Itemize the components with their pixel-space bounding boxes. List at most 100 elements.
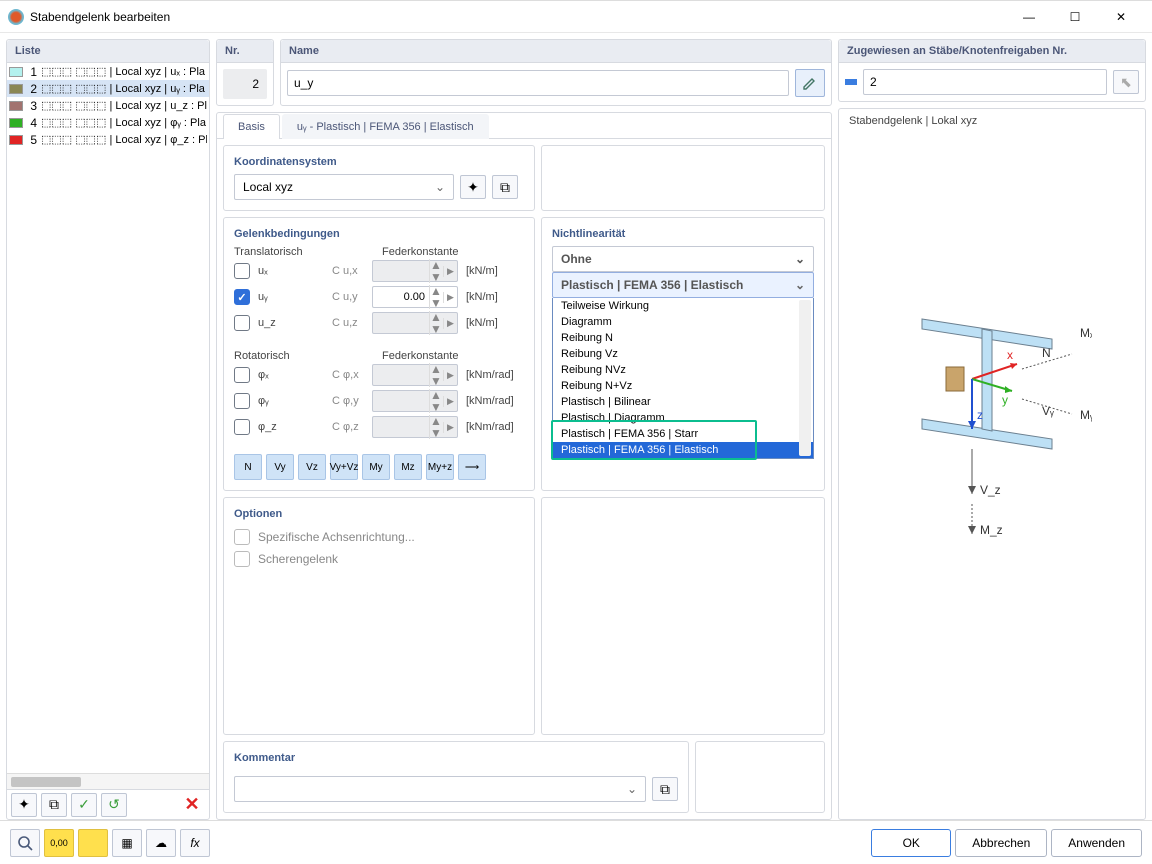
- name-edit-button[interactable]: [795, 69, 825, 97]
- hinge-header: Gelenkbedingungen: [234, 228, 524, 240]
- maximize-button[interactable]: ☐: [1052, 1, 1098, 33]
- nl-option[interactable]: Teilweise Wirkung: [553, 298, 813, 314]
- hinge-type-button[interactable]: My+z: [426, 454, 454, 480]
- dof-checkbox[interactable]: [234, 263, 250, 279]
- include-button[interactable]: ✓: [71, 793, 97, 817]
- dof-checkbox[interactable]: [234, 315, 250, 331]
- dof-label: φᵧ: [258, 395, 328, 407]
- apply-button[interactable]: Anwenden: [1051, 829, 1142, 857]
- new-item-button[interactable]: ✦: [11, 793, 37, 817]
- window-title: Stabendgelenk bearbeiten: [30, 10, 1006, 24]
- list-item-text: ⬚⬚⬚ ⬚⬚⬚ | Local xyz | uₓ : Pla: [41, 65, 207, 78]
- svg-text:z: z: [977, 408, 983, 422]
- hinge-type-button[interactable]: Mz: [394, 454, 422, 480]
- spring-input[interactable]: 0.00▲▼▶: [372, 286, 458, 308]
- nl-option[interactable]: Plastisch | Bilinear: [553, 394, 813, 410]
- nl-option[interactable]: Plastisch | Diagramm: [553, 410, 813, 426]
- hinge-type-button[interactable]: My: [362, 454, 390, 480]
- nl-closed-select[interactable]: Ohne ⌄: [552, 246, 814, 272]
- list-item-num: 4: [27, 116, 37, 130]
- ok-button[interactable]: OK: [871, 829, 951, 857]
- unit-label: [kN/m]: [466, 291, 518, 303]
- preview-panel: Stabendgelenk | Lokal xyz x y z N: [838, 108, 1146, 820]
- hinge-type-button[interactable]: Vy+Vz: [330, 454, 358, 480]
- footer: 0,00 ▦ ☁ fx OK Abbrechen Anwenden: [0, 820, 1152, 864]
- option-checkbox[interactable]: [234, 551, 250, 567]
- svg-text:x: x: [1007, 348, 1013, 362]
- nl-option[interactable]: Reibung Vz: [553, 346, 813, 362]
- coord-new-button[interactable]: ✦: [460, 175, 486, 199]
- svg-text:Mₓ: Mₓ: [1080, 326, 1092, 340]
- exclude-button[interactable]: ↺: [101, 793, 127, 817]
- list-panel: Liste 1 ⬚⬚⬚ ⬚⬚⬚ | Local xyz | uₓ : Pla 2…: [6, 39, 210, 820]
- feder-header-2: Federkonstante: [382, 350, 472, 362]
- script-button[interactable]: fx: [180, 829, 210, 857]
- dof-label: uₓ: [258, 265, 328, 277]
- nl-option[interactable]: Reibung N+Vz: [553, 378, 813, 394]
- comment-library-button[interactable]: ⧉: [652, 777, 678, 801]
- dropdown-scrollbar[interactable]: [799, 300, 811, 456]
- tab-basis[interactable]: Basis: [223, 114, 280, 139]
- color-swatch: [9, 67, 23, 77]
- help-button[interactable]: [10, 829, 40, 857]
- tabs: Basis uᵧ - Plastisch | FEMA 356 | Elasti…: [217, 113, 831, 139]
- nl-option[interactable]: Plastisch | FEMA 356 | Elastisch: [553, 442, 813, 458]
- nl-option[interactable]: Reibung N: [553, 330, 813, 346]
- comment-select[interactable]: ⌄: [234, 776, 646, 802]
- list-item[interactable]: 5 ⬚⬚⬚ ⬚⬚⬚ | Local xyz | φ_z : Pla: [7, 131, 209, 148]
- list-item-num: 3: [27, 99, 37, 113]
- delete-item-button[interactable]: ✕: [179, 793, 205, 817]
- list-item-num: 5: [27, 133, 37, 147]
- unit-label: [kNm/rad]: [466, 369, 518, 381]
- cancel-button[interactable]: Abbrechen: [955, 829, 1047, 857]
- close-button[interactable]: ✕: [1098, 1, 1144, 33]
- spring-const-label: C u,x: [332, 265, 368, 277]
- minimize-button[interactable]: —: [1006, 1, 1052, 33]
- list-item-num: 2: [27, 82, 37, 96]
- dof-checkbox[interactable]: [234, 393, 250, 409]
- hinge-type-button[interactable]: Vz: [298, 454, 326, 480]
- assigned-input[interactable]: [863, 69, 1107, 95]
- units-button[interactable]: 0,00: [44, 829, 74, 857]
- coord-header: Koordinatensystem: [234, 156, 524, 168]
- tab-plastic[interactable]: uᵧ - Plastisch | FEMA 356 | Elastisch: [282, 114, 489, 139]
- color-button[interactable]: [78, 829, 108, 857]
- coord-system-select[interactable]: Local xyz ⌄: [234, 174, 454, 200]
- member-color-icon: [845, 79, 857, 85]
- nl-option[interactable]: Plastisch | FEMA 356 | Starr: [553, 426, 813, 442]
- nl-header: Nichtlinearität: [552, 228, 814, 240]
- list-item-text: ⬚⬚⬚ ⬚⬚⬚ | Local xyz | uᵧ : Pla: [41, 82, 207, 95]
- spring-const-label: C φ,y: [332, 395, 368, 407]
- render-button[interactable]: ▦: [112, 829, 142, 857]
- dof-checkbox[interactable]: [234, 289, 250, 305]
- list-item-text: ⬚⬚⬚ ⬚⬚⬚ | Local xyz | φ_z : Pla: [41, 133, 207, 146]
- list-item[interactable]: 1 ⬚⬚⬚ ⬚⬚⬚ | Local xyz | uₓ : Pla: [7, 63, 209, 80]
- hinge-preview-icon: x y z N Mₓ Vᵧ Mᵧ V_z M_z: [892, 289, 1092, 569]
- nl-open-select[interactable]: Plastisch | FEMA 356 | Elastisch ⌄: [552, 272, 814, 298]
- dof-checkbox[interactable]: [234, 367, 250, 383]
- hinge-type-button[interactable]: N: [234, 454, 262, 480]
- svg-text:M_z: M_z: [980, 523, 1003, 537]
- pick-member-button[interactable]: ⬉: [1113, 70, 1139, 94]
- svg-text:y: y: [1002, 393, 1008, 407]
- option-checkbox[interactable]: [234, 529, 250, 545]
- spring-input: ▲▼▶: [372, 390, 458, 412]
- list-item[interactable]: 3 ⬚⬚⬚ ⬚⬚⬚ | Local xyz | u_z : Pla: [7, 97, 209, 114]
- list-item[interactable]: 4 ⬚⬚⬚ ⬚⬚⬚ | Local xyz | φᵧ : Pla: [7, 114, 209, 131]
- list-hscroll[interactable]: [7, 773, 209, 789]
- coord-edit-button[interactable]: ⧉: [492, 175, 518, 199]
- assigned-label: Zugewiesen an Stäbe/Knotenfreigaben Nr.: [839, 40, 1145, 63]
- hinge-type-button[interactable]: ⟶: [458, 454, 486, 480]
- nl-option[interactable]: Diagramm: [553, 314, 813, 330]
- chevron-down-icon: ⌄: [795, 278, 805, 292]
- name-input[interactable]: [287, 70, 789, 96]
- dof-checkbox[interactable]: [234, 419, 250, 435]
- list-item[interactable]: 2 ⬚⬚⬚ ⬚⬚⬚ | Local xyz | uᵧ : Pla: [7, 80, 209, 97]
- view-button[interactable]: ☁: [146, 829, 176, 857]
- nl-option[interactable]: Reibung NVz: [553, 362, 813, 378]
- nl-open-value: Plastisch | FEMA 356 | Elastisch: [561, 278, 743, 292]
- copy-item-button[interactable]: ⧉: [41, 793, 67, 817]
- color-swatch: [9, 135, 23, 145]
- hinge-type-button[interactable]: Vy: [266, 454, 294, 480]
- options-header: Optionen: [234, 508, 524, 520]
